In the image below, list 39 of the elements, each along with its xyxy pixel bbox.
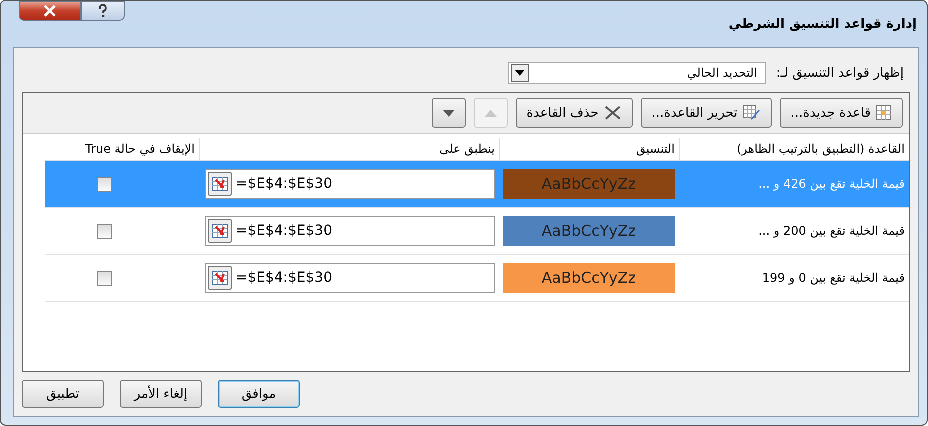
range-select-icon	[212, 271, 228, 285]
stop-if-true-checkbox[interactable]	[96, 270, 112, 286]
dropdown-arrow-icon	[515, 70, 526, 76]
delete-icon	[604, 105, 622, 121]
apply-button[interactable]: تطبيق	[22, 380, 104, 408]
column-header: القاعدة (التطبيق بالترتيب الظاهر)	[679, 138, 909, 160]
rule-text: قيمة الخلية تقع بين 200 و ...	[758, 224, 905, 238]
column-header: الإيقاف في حالة True	[84, 141, 196, 158]
grid-pencil-icon	[742, 105, 761, 121]
down-arrow-icon	[442, 110, 455, 116]
format-preview: AaBbCcYyZz	[503, 169, 675, 199]
new-rule-button[interactable]: قاعدة جديدة...	[780, 98, 903, 128]
column-header: ينطبق على	[199, 138, 499, 160]
rule-text: قيمة الخلية تقع بين 426 و ...	[758, 177, 905, 191]
close-button[interactable]	[19, 1, 81, 21]
ok-button[interactable]: موافق	[218, 380, 300, 408]
applies-to-field[interactable]: =$E$4:$E$30	[205, 169, 495, 199]
column-header: التنسيق	[499, 138, 679, 160]
format-preview: AaBbCcYyZz	[503, 216, 675, 246]
applies-to-field[interactable]: =$E$4:$E$30	[205, 263, 495, 293]
edit-rule-button[interactable]: تحرير القاعدة...	[640, 98, 772, 128]
help-button[interactable]	[81, 1, 125, 21]
delete-rule-button[interactable]: حذف القاعدة	[516, 98, 633, 128]
grid-icon	[876, 105, 892, 121]
cancel-button[interactable]: إلغاء الأمر	[120, 380, 202, 408]
stop-if-true-checkbox[interactable]	[96, 176, 112, 192]
range-select-icon	[212, 224, 228, 238]
close-icon	[43, 5, 57, 17]
stop-if-true-checkbox[interactable]	[96, 224, 112, 238]
rule-text: قيمة الخلية تقع بين 0 و 199	[762, 271, 905, 285]
up-arrow-icon	[484, 110, 497, 116]
range-select-icon	[212, 177, 228, 191]
move-down-button[interactable]	[432, 98, 466, 128]
window-title: إدارة قواعد التنسيق الشرطي	[728, 17, 917, 32]
format-preview: AaBbCcYyZz	[503, 263, 675, 293]
show-rules-dropdown[interactable]: التحديد الحالي	[508, 62, 766, 84]
help-icon	[97, 4, 109, 18]
show-rules-label: إظهار قواعد التنسيق لـ:	[776, 66, 904, 80]
applies-to-field[interactable]: =$E$4:$E$30	[205, 216, 495, 246]
